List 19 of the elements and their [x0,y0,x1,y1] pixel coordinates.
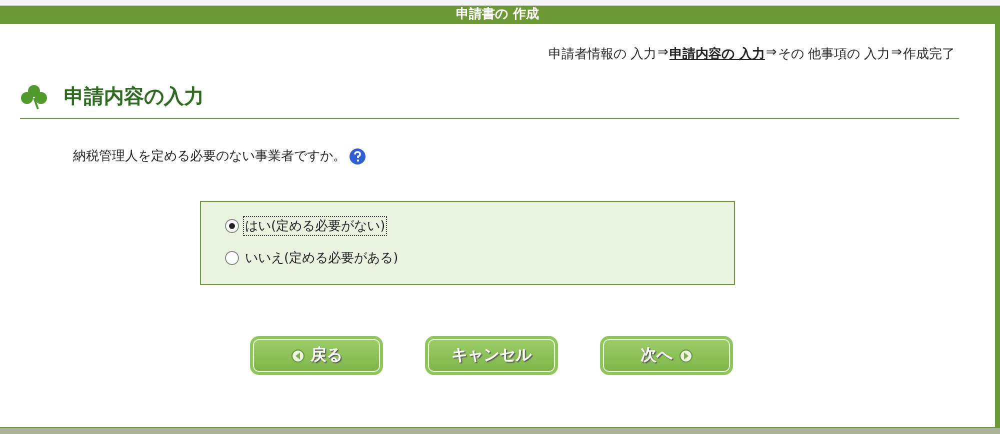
step-label: その 他事項の 入力 [778,46,890,64]
option-label[interactable]: いいえ(定める必要がある) [243,248,400,268]
option-label[interactable]: はい(定める必要がない) [243,216,388,236]
page-heading: 申請内容の入力 [64,83,204,110]
step-label: 申請内容の 入力 [669,46,765,64]
step-label: 作成完了 [903,46,955,64]
arrow-icon: ⇒ [764,45,778,65]
cancel-button[interactable]: キャンセル [425,336,558,375]
next-button[interactable]: 次へ [600,336,733,375]
arrow-icon: ⇒ [890,45,903,65]
question-text: 納税管理人を定める必要のない事業者ですか。 [73,148,346,165]
radio-button[interactable] [225,251,239,265]
radio-button[interactable] [225,219,239,233]
help-icon[interactable] [349,148,366,164]
back-button[interactable]: 戻る [250,336,383,375]
step-label: 申請者情報の 入力 [548,46,656,64]
header-title: 申請書の 作成 [456,6,539,24]
arrow-icon: ⇒ [656,45,670,65]
clover-icon [20,84,48,110]
